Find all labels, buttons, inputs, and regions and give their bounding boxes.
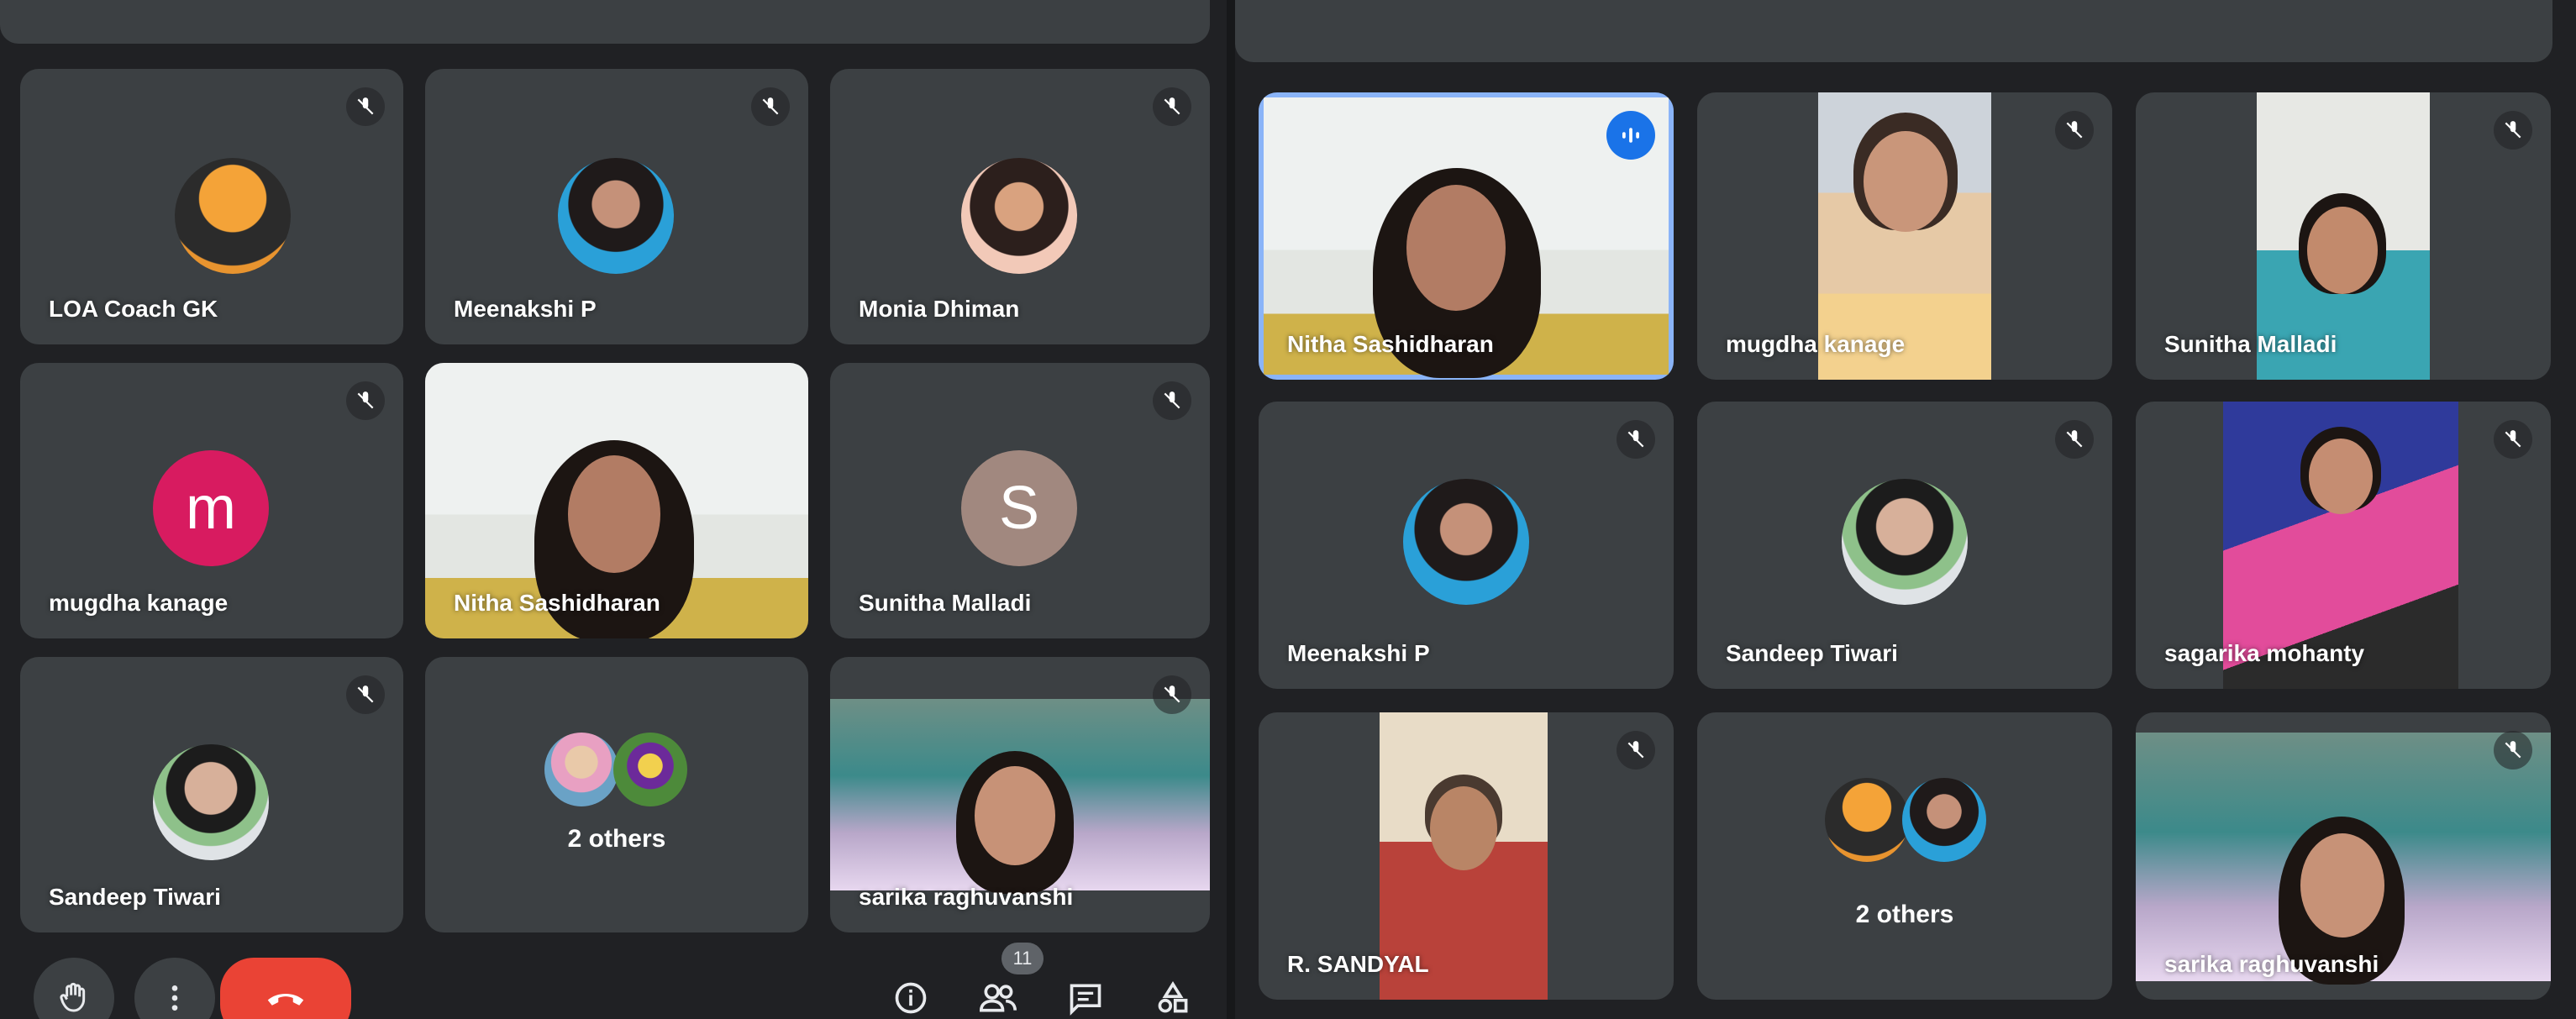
video-subject xyxy=(568,455,660,573)
participant-name: Sandeep Tiwari xyxy=(1726,640,1898,666)
video-subject xyxy=(2300,833,2384,938)
left-meeting-screenshot: LOA Coach GK Meenakshi P Monia Dhiman m … xyxy=(0,0,1227,1019)
participant-name: Sunitha Malladi xyxy=(859,590,1032,616)
top-bar xyxy=(1235,0,2552,62)
participant-name: sagarika mohanty xyxy=(2164,640,2365,666)
mic-off-icon xyxy=(2494,111,2532,150)
mic-off-icon xyxy=(346,87,385,126)
video-feed xyxy=(830,699,1210,894)
panel-divider xyxy=(1227,0,1235,1019)
participant-tile[interactable]: Sunitha Malladi xyxy=(2136,92,2551,380)
info-button[interactable] xyxy=(886,973,936,1019)
video-subject xyxy=(1430,786,1497,870)
avatar xyxy=(961,158,1077,274)
mic-off-icon xyxy=(751,87,790,126)
people-icon xyxy=(979,984,1017,1012)
participant-tile[interactable]: sarika raghuvanshi xyxy=(2136,712,2551,1000)
participant-tile[interactable]: LOA Coach GK xyxy=(20,69,403,344)
participant-tile[interactable]: Sandeep Tiwari xyxy=(20,657,403,932)
participant-name: mugdha kanage xyxy=(49,590,229,616)
mic-off-icon xyxy=(1153,675,1191,714)
others-label: 2 others xyxy=(1855,901,1954,928)
participant-name: Monia Dhiman xyxy=(859,296,1020,322)
participant-tile[interactable]: S Sunitha Malladi xyxy=(830,363,1210,638)
end-call-icon xyxy=(267,994,304,1006)
participant-name: Nitha Sashidharan xyxy=(1287,331,1494,357)
participant-tile[interactable]: mugdha kanage xyxy=(1697,92,2112,380)
mic-off-icon xyxy=(2055,420,2094,459)
participant-tile[interactable]: sarika raghuvanshi xyxy=(830,657,1210,932)
activities-button[interactable] xyxy=(1148,973,1198,1019)
avatar-initial: m xyxy=(186,475,236,542)
participant-tile[interactable]: Meenakshi P xyxy=(425,69,808,344)
participant-name: mugdha kanage xyxy=(1726,331,1906,357)
video-subject xyxy=(1864,131,1948,232)
participant-tile[interactable]: Monia Dhiman xyxy=(830,69,1210,344)
participant-tile[interactable]: Sandeep Tiwari xyxy=(1697,402,2112,689)
more-options-button[interactable] xyxy=(134,958,215,1019)
participant-name: Sandeep Tiwari xyxy=(49,884,221,910)
participant-name: Sunitha Malladi xyxy=(2164,331,2337,357)
participant-name: Meenakshi P xyxy=(1287,640,1430,666)
mic-off-icon xyxy=(2494,731,2532,770)
video-subject xyxy=(1406,185,1506,311)
others-tile[interactable]: 2 others xyxy=(425,657,808,932)
video-feed xyxy=(2136,733,2551,985)
raise-hand-icon xyxy=(60,982,86,1012)
participant-name: sarika raghuvanshi xyxy=(2164,951,2379,977)
activities-icon xyxy=(1158,981,1188,1013)
chat-icon xyxy=(1070,984,1101,1016)
participant-tile[interactable]: R. SANDYAL xyxy=(1259,712,1674,1000)
participant-tile[interactable]: Meenakshi P xyxy=(1259,402,1674,689)
avatar: S xyxy=(961,450,1077,566)
mic-off-icon xyxy=(1153,87,1191,126)
video-subject xyxy=(2307,207,2378,294)
mic-off-icon xyxy=(2494,420,2532,459)
video-subject xyxy=(975,766,1055,865)
others-label: 2 others xyxy=(567,825,666,853)
avatar xyxy=(1403,479,1529,605)
people-count-badge: 11 xyxy=(1001,943,1044,974)
participant-tile-active-speaker[interactable]: Nitha Sashidharan xyxy=(1259,92,1674,380)
avatar xyxy=(1902,778,1986,862)
avatar xyxy=(1825,778,1909,862)
participant-name: LOA Coach GK xyxy=(49,296,218,322)
speaking-indicator-icon xyxy=(1606,111,1655,160)
avatar xyxy=(153,744,269,860)
mic-off-icon xyxy=(1617,420,1655,459)
info-icon xyxy=(895,982,927,1014)
people-button[interactable] xyxy=(973,973,1023,1019)
participant-name: Nitha Sashidharan xyxy=(454,590,660,616)
participant-name: R. SANDYAL xyxy=(1287,951,1429,977)
participant-tile[interactable]: sagarika mohanty xyxy=(2136,402,2551,689)
mic-off-icon xyxy=(1153,381,1191,420)
avatar xyxy=(175,158,291,274)
others-tile[interactable]: 2 others xyxy=(1697,712,2112,1000)
participant-tile[interactable]: Nitha Sashidharan xyxy=(425,363,808,638)
mic-off-icon xyxy=(346,381,385,420)
end-call-button[interactable] xyxy=(220,958,351,1019)
participant-name: sarika raghuvanshi xyxy=(859,884,1074,910)
top-bar xyxy=(0,0,1210,44)
avatar xyxy=(558,158,674,274)
avatar xyxy=(544,733,618,806)
raise-hand-button[interactable] xyxy=(34,958,114,1019)
avatar-initial: S xyxy=(998,475,1040,542)
mic-off-icon xyxy=(2055,111,2094,150)
chat-button[interactable] xyxy=(1060,973,1111,1019)
avatar xyxy=(1842,479,1968,605)
right-meeting-screenshot: Nitha Sashidharan mugdha kanage Sunitha … xyxy=(1235,0,2576,1019)
participant-name: Meenakshi P xyxy=(454,296,597,322)
avatar: m xyxy=(153,450,269,566)
mic-off-icon xyxy=(1617,731,1655,770)
mic-off-icon xyxy=(346,675,385,714)
avatar xyxy=(613,733,687,806)
more-options-icon xyxy=(171,985,178,1011)
video-subject xyxy=(2309,439,2373,514)
participant-tile[interactable]: m mugdha kanage xyxy=(20,363,403,638)
